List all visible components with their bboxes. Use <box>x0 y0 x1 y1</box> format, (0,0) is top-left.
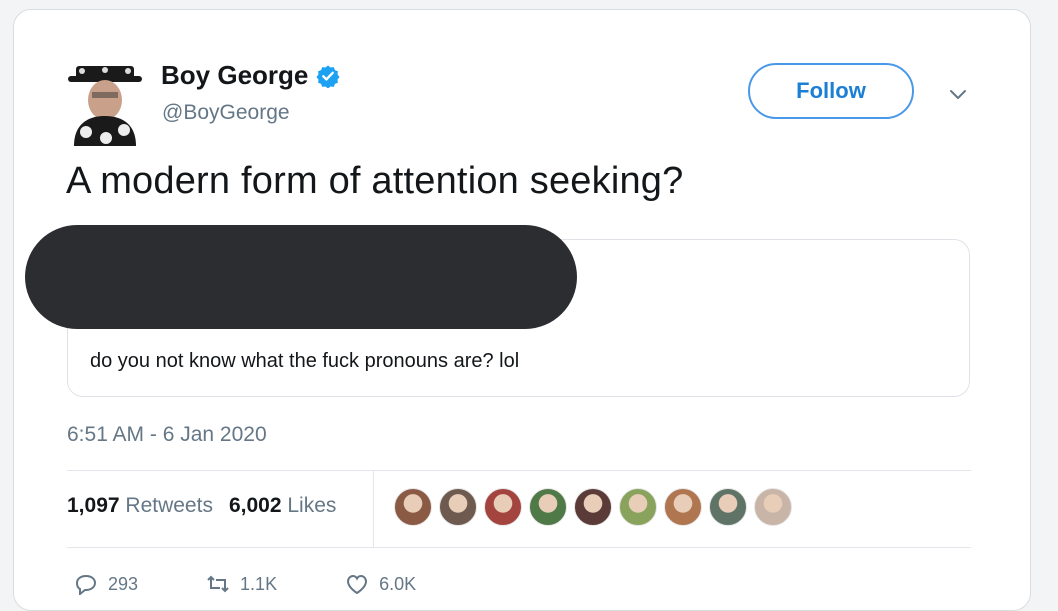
liker-avatar-8[interactable] <box>709 488 747 526</box>
author-avatar[interactable] <box>66 54 144 146</box>
like-button[interactable]: 6.0K <box>345 573 416 595</box>
reply-icon <box>75 574 97 595</box>
action-bar: 293 1.1K 6.0K <box>74 573 416 595</box>
tweet-text: A modern form of attention seeking? <box>66 160 684 202</box>
liker-avatar-5[interactable] <box>574 488 612 526</box>
retweet-icon <box>207 575 229 593</box>
liker-avatars <box>394 488 799 526</box>
tweet-card: Boy George @BoyGeorge Follow A modern fo… <box>13 9 1031 611</box>
retweets-label: Retweets <box>125 494 213 517</box>
author-handle[interactable]: @BoyGeorge <box>162 101 290 125</box>
liker-avatar-9[interactable] <box>754 488 792 526</box>
stats-separator <box>373 471 374 547</box>
redaction-blob <box>25 225 577 329</box>
author-name[interactable]: Boy George <box>161 60 308 91</box>
follow-button[interactable]: Follow <box>748 63 914 119</box>
verified-badge-icon <box>316 65 340 88</box>
liker-avatar-3[interactable] <box>484 488 522 526</box>
likes-label: Likes <box>287 494 337 517</box>
tweet-timestamp[interactable]: 6:51 AM - 6 Jan 2020 <box>67 423 267 447</box>
liker-avatar-7[interactable] <box>664 488 702 526</box>
liker-avatar-4[interactable] <box>529 488 567 526</box>
engagement-stats: 1,097 Retweets 6,002 Likes <box>67 494 336 518</box>
likes-count: 6,002 <box>228 494 282 517</box>
liker-avatar-6[interactable] <box>619 488 657 526</box>
liker-avatar-1[interactable] <box>394 488 432 526</box>
heart-icon <box>347 574 368 595</box>
retweet-count: 1.1K <box>240 573 278 594</box>
reply-count: 293 <box>108 573 139 594</box>
quoted-tweet-text: do you not know what the fuck pronouns a… <box>90 350 520 372</box>
liker-avatar-2[interactable] <box>439 488 477 526</box>
retweets-stat[interactable]: 1,097 Retweets <box>67 494 213 517</box>
retweets-count: 1,097 <box>67 494 120 517</box>
like-count: 6.0K <box>379 573 417 594</box>
retweet-button[interactable]: 1.1K <box>206 573 277 595</box>
reply-button[interactable]: 293 <box>74 573 138 595</box>
divider-top <box>67 470 971 471</box>
divider-bottom <box>67 547 971 548</box>
chevron-down-icon[interactable] <box>948 88 968 102</box>
likes-stat[interactable]: 6,002 Likes <box>229 494 336 517</box>
